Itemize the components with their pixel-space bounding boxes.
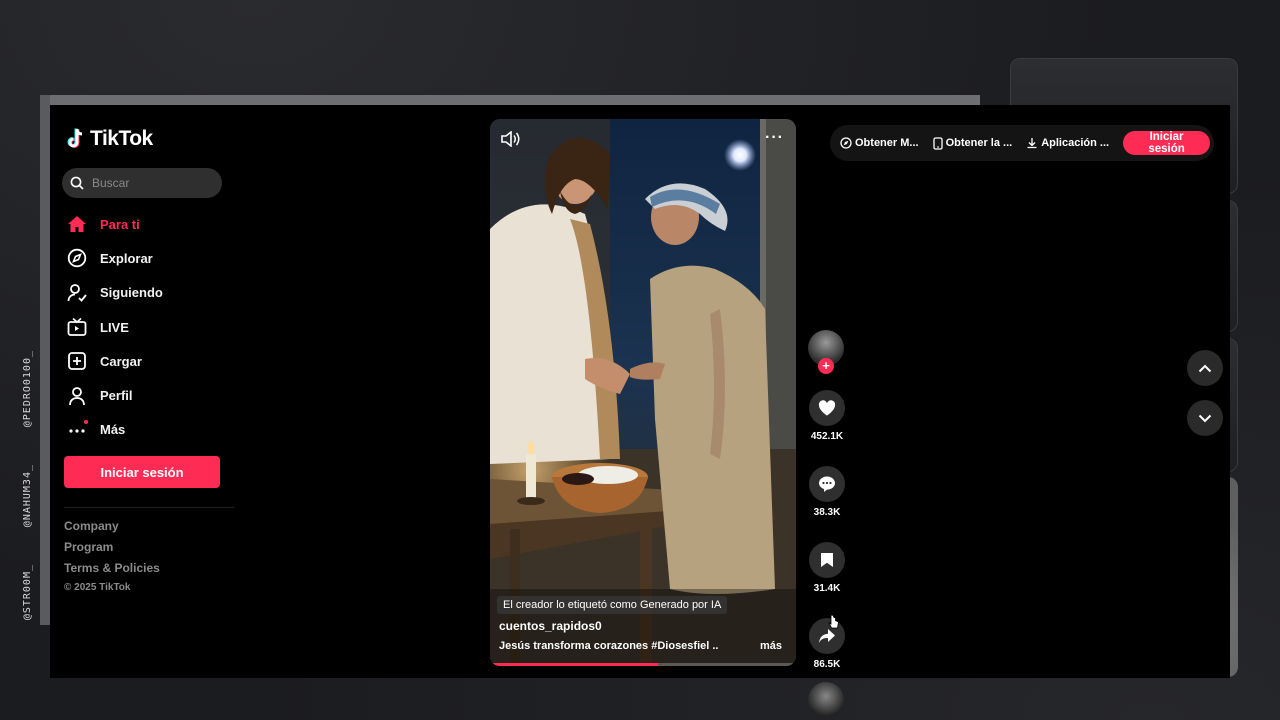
- video-actions: + 452.1K 38.3K 31.4K 86.5K: [808, 330, 846, 718]
- video-progress-bar[interactable]: [490, 663, 796, 666]
- video-author[interactable]: cuentos_rapidos0: [499, 619, 602, 633]
- streamer-credit: @PEDRO0100_: [21, 350, 33, 428]
- sidebar-item-label: Más: [100, 422, 126, 438]
- video-progress-fill: [490, 663, 659, 666]
- heart-icon: [818, 400, 836, 416]
- share-icon: [819, 629, 835, 643]
- video-player[interactable]: ··· El creador lo etiquetó como Generado…: [490, 119, 796, 666]
- video-description: Jesús transforma corazones #Diosesfiel .…: [499, 640, 719, 652]
- comment-button[interactable]: [809, 466, 845, 502]
- comment-icon: [819, 476, 835, 492]
- upload-icon: [66, 350, 88, 372]
- get-app-label: Obtener la ...: [945, 137, 1013, 149]
- top-action-bar: Obtener M... Obtener la ... Aplicación .…: [830, 125, 1214, 161]
- sidebar: TikTok Para ti Explorar: [50, 105, 250, 678]
- desktop-app-link[interactable]: Aplicación ...: [1026, 137, 1109, 149]
- search-input[interactable]: [92, 176, 212, 190]
- get-app-link[interactable]: Obtener la ...: [932, 136, 1013, 150]
- tiktok-logo[interactable]: TikTok: [66, 127, 153, 151]
- sidebar-item-label: Explorar: [100, 250, 153, 266]
- creator-avatar[interactable]: +: [808, 330, 844, 374]
- next-video-button[interactable]: [1187, 400, 1223, 436]
- tiktok-logo-icon: [67, 128, 83, 148]
- download-icon: [1027, 138, 1037, 149]
- sidebar-item-label: Cargar: [100, 353, 142, 369]
- divider: [64, 507, 234, 508]
- frame-border-top: [40, 95, 980, 105]
- sidebar-item-explorar[interactable]: Explorar: [66, 241, 246, 275]
- sidebar-item-label: LIVE: [100, 319, 129, 335]
- frame-border-left: [40, 95, 50, 625]
- comment-count: 38.3K: [813, 507, 841, 518]
- share-count: 86.5K: [813, 659, 841, 670]
- search-icon: [70, 176, 84, 190]
- login-button[interactable]: Iniciar sesión: [64, 456, 220, 488]
- get-coins-link[interactable]: Obtener M...: [840, 137, 919, 149]
- bookmark-icon: [821, 553, 833, 567]
- mouse-cursor-icon: [828, 614, 839, 629]
- share-action: 86.5K: [808, 618, 846, 670]
- comment-action: 38.3K: [808, 466, 846, 518]
- sidebar-item-siguiendo[interactable]: Siguiendo: [66, 276, 246, 310]
- sidebar-nav: Para ti Explorar Siguiendo LIVE Cargar P…: [66, 207, 246, 447]
- profile-icon: [66, 385, 88, 407]
- compass-small-icon: [840, 137, 852, 149]
- search-bar[interactable]: [62, 168, 222, 198]
- sidebar-item-label: Perfil: [100, 388, 133, 404]
- save-button[interactable]: [809, 542, 845, 578]
- chevron-up-icon: [1198, 364, 1212, 372]
- copyright: © 2025 TikTok: [64, 582, 131, 593]
- description-more-link[interactable]: más: [760, 640, 782, 652]
- footer-link-terms[interactable]: Terms & Policies: [64, 561, 160, 575]
- sidebar-item-cargar[interactable]: Cargar: [66, 344, 246, 378]
- music-disc[interactable]: [808, 682, 844, 718]
- footer-link-company[interactable]: Company: [64, 519, 160, 533]
- streamer-credits: @STR00M_ @NAHUM34_ @PEDRO0100_: [14, 350, 40, 620]
- desktop-app-label: Aplicación ...: [1041, 137, 1110, 149]
- previous-video-button[interactable]: [1187, 350, 1223, 386]
- sidebar-footer: Company Program Terms & Policies © 2025 …: [64, 519, 160, 593]
- like-button[interactable]: [809, 390, 845, 426]
- like-count: 452.1K: [810, 431, 844, 442]
- ai-generated-label: El creador lo etiquetó como Generado por…: [497, 596, 728, 614]
- home-icon: [66, 213, 88, 235]
- sidebar-item-para-ti[interactable]: Para ti: [66, 207, 246, 241]
- sidebar-item-mas[interactable]: Más: [66, 413, 246, 447]
- sidebar-item-label: Siguiendo: [100, 285, 163, 301]
- streamer-credit: @NAHUM34_: [21, 463, 33, 528]
- top-login-button[interactable]: Iniciar sesión: [1123, 131, 1210, 155]
- footer-link-program[interactable]: Program: [64, 540, 160, 554]
- logo-text: TikTok: [90, 127, 153, 150]
- compass-icon: [66, 247, 88, 269]
- save-action: 31.4K: [808, 542, 846, 594]
- streamer-credit: @STR00M_: [21, 563, 33, 620]
- sidebar-item-label: Para ti: [100, 216, 140, 232]
- tiktok-window: TikTok Para ti Explorar: [50, 105, 1230, 718]
- get-coins-label: Obtener M...: [855, 137, 919, 149]
- save-count: 31.4K: [813, 583, 841, 594]
- live-tv-icon: [66, 316, 88, 338]
- chevron-down-icon: [1198, 414, 1212, 422]
- more-icon: [66, 419, 88, 441]
- sidebar-item-live[interactable]: LIVE: [66, 310, 246, 344]
- volume-icon[interactable]: [500, 131, 520, 147]
- sidebar-item-perfil[interactable]: Perfil: [66, 378, 246, 412]
- notification-dot: [84, 419, 88, 424]
- video-frame: [490, 119, 796, 666]
- like-action: 452.1K: [808, 390, 846, 442]
- video-options-icon[interactable]: ···: [765, 129, 784, 147]
- follow-plus-icon[interactable]: +: [818, 358, 834, 374]
- phone-icon: [932, 136, 943, 150]
- following-icon: [66, 282, 88, 304]
